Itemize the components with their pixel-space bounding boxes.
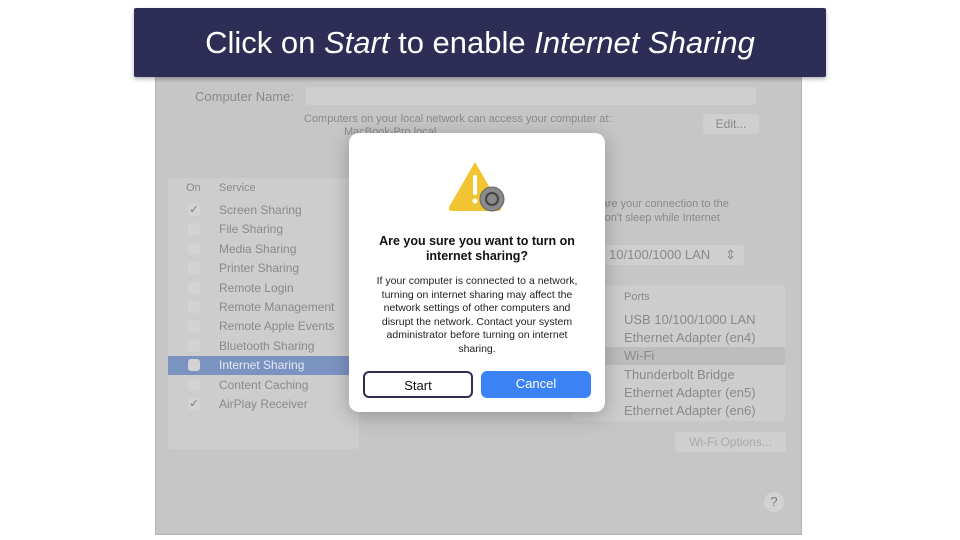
service-row[interactable]: Remote Management — [168, 298, 359, 317]
service-label: Bluetooth Sharing — [219, 338, 315, 353]
service-checkbox[interactable] — [188, 281, 200, 294]
banner-feature: Internet Sharing — [534, 24, 755, 60]
access-note: Computers on your local network can acce… — [304, 113, 612, 125]
service-row[interactable]: ✓ Screen Sharing — [168, 201, 359, 220]
edit-button[interactable]: Edit... — [703, 114, 759, 134]
service-label: Remote Management — [219, 300, 335, 314]
service-row[interactable]: File Sharing — [168, 220, 359, 239]
service-label: Content Caching — [219, 377, 309, 392]
instruction-banner: Click on Start to enable Internet Sharin… — [134, 8, 826, 77]
confirm-dialog: Are you sure you want to turn on interne… — [349, 133, 605, 412]
service-checkbox[interactable] — [188, 262, 200, 275]
service-row[interactable]: Remote Login — [168, 279, 359, 298]
wifi-options-button[interactable]: Wi-Fi Options... — [675, 432, 786, 452]
service-checkbox[interactable] — [188, 339, 200, 352]
service-checkbox[interactable]: ✓ — [188, 204, 200, 216]
service-row[interactable]: Remote Apple Events — [168, 317, 359, 336]
service-column-header: Service — [219, 182, 256, 194]
computer-name-field[interactable] — [306, 87, 756, 105]
help-button[interactable]: ? — [764, 492, 784, 512]
service-row[interactable]: ✓ AirPlay Receiver — [168, 395, 359, 414]
service-label: Remote Apple Events — [219, 319, 335, 334]
service-label: AirPlay Receiver — [219, 397, 308, 411]
service-label: File Sharing — [219, 222, 284, 237]
description-line-1: share your connection to the — [590, 198, 729, 210]
service-row[interactable]: Bluetooth Sharing — [168, 337, 359, 356]
service-label: Printer Sharing — [219, 261, 300, 276]
share-from-value: 10/100/1000 LAN — [609, 247, 711, 262]
banner-start: Start — [324, 24, 390, 60]
services-list: On Service ✓ Screen Sharing File Sharing Med… — [168, 178, 359, 449]
service-checkbox[interactable] — [188, 359, 200, 372]
service-label: Screen Sharing — [219, 203, 302, 217]
share-from-select[interactable]: 10/100/1000 LAN ⇕ — [601, 245, 744, 265]
dialog-title: Are you sure you want to turn on interne… — [379, 234, 575, 263]
service-row[interactable]: Content Caching — [168, 376, 359, 395]
service-checkbox[interactable] — [188, 223, 200, 236]
service-label: Media Sharing — [219, 241, 297, 256]
computer-name-label: Computer Name: — [195, 89, 294, 104]
on-column-header: On — [186, 182, 201, 194]
service-row[interactable]: Printer Sharing — [168, 259, 359, 278]
description-line-2: r won't sleep while Internet — [590, 212, 720, 224]
service-checkbox[interactable] — [188, 378, 200, 391]
start-button[interactable]: Start — [363, 371, 473, 398]
service-checkbox[interactable]: ✓ — [188, 398, 200, 410]
service-row[interactable]: Internet Sharing — [168, 356, 359, 376]
service-label: Remote Login — [219, 280, 294, 295]
services-header: On Service — [168, 179, 359, 198]
service-checkbox[interactable] — [188, 301, 200, 313]
dialog-message: If your computer is connected to a netwo… — [376, 275, 578, 355]
cancel-button[interactable]: Cancel — [481, 371, 591, 398]
warning-icon — [447, 159, 507, 215]
banner-text-middle: to enable — [389, 24, 535, 60]
service-row[interactable]: Media Sharing — [168, 240, 359, 259]
service-checkbox[interactable] — [188, 242, 200, 255]
service-label: Internet Sharing — [219, 358, 305, 373]
banner-text: Click on — [205, 24, 324, 60]
chevron-updown-icon: ⇕ — [725, 247, 736, 262]
service-checkbox[interactable] — [188, 320, 200, 333]
